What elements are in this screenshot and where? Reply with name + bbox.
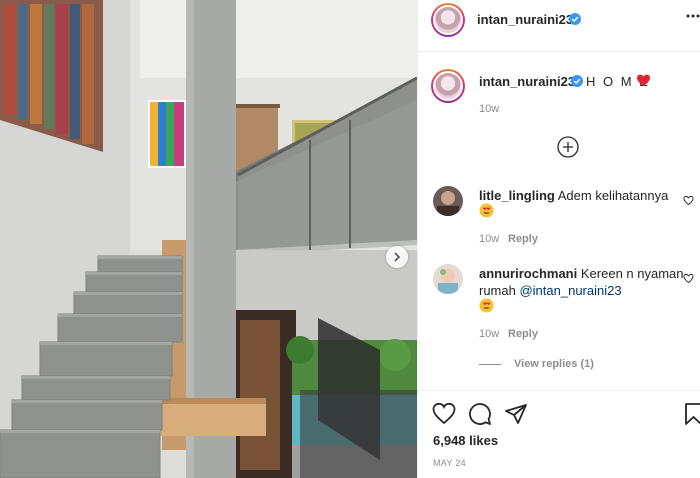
caption-time: 10w [479, 103, 500, 115]
caption-username[interactable]: intan_nuraini23 [479, 74, 575, 89]
comment-body: annurirochmani Kereen n nyaman rumah @in… [479, 265, 694, 299]
share-paper-plane-icon[interactable] [504, 402, 528, 426]
comment-bubble-icon[interactable] [468, 402, 492, 426]
caption-author-avatar[interactable] [431, 69, 465, 103]
heart-eyes-emoji-icon [479, 203, 494, 218]
comment-body: litle_lingling Adem kelihatannya [479, 187, 694, 204]
comment-time: 10w [479, 328, 500, 340]
comment-text: Adem kelihatannya [557, 188, 669, 203]
post-actions-bar: 6,948 likes MAY 24 [418, 390, 700, 478]
plus-circle-icon[interactable] [557, 136, 579, 158]
author-avatar[interactable] [431, 3, 465, 37]
post-header: intan_nuraini23 [418, 0, 700, 52]
like-heart-icon[interactable] [432, 402, 456, 426]
staircase-photo [0, 0, 417, 478]
save-bookmark-icon[interactable] [684, 402, 700, 426]
comment-time: 10w [479, 233, 500, 245]
comment-username[interactable]: litle_lingling [479, 188, 555, 203]
like-comment-heart-icon[interactable] [683, 195, 694, 206]
author-username[interactable]: intan_nuraini23 [477, 12, 573, 27]
post-photo[interactable] [0, 0, 417, 478]
heart-eyes-emoji-icon [479, 298, 494, 313]
view-replies-button[interactable]: View replies (1) [514, 358, 594, 370]
like-comment-heart-icon[interactable] [683, 273, 694, 284]
next-photo-button[interactable] [386, 246, 408, 268]
replies-divider [479, 364, 501, 365]
red-heart-emoji-icon [637, 74, 650, 87]
commenter-avatar[interactable] [433, 186, 463, 216]
chevron-right-icon [394, 252, 401, 262]
post-date[interactable]: MAY 24 [433, 458, 466, 468]
comment-username[interactable]: annurirochmani [479, 266, 577, 281]
post-side-panel: intan_nuraini23 intan_nuraini23 H O M E … [417, 0, 700, 478]
likes-count[interactable]: 6,948 likes [433, 433, 498, 448]
verified-badge-icon [569, 13, 581, 25]
reply-button[interactable]: Reply [508, 233, 538, 245]
comment-mention-link[interactable]: @intan_nuraini23 [519, 283, 621, 298]
reply-button[interactable]: Reply [508, 328, 538, 340]
more-options-icon[interactable] [686, 9, 700, 23]
verified-badge-icon [571, 75, 583, 87]
commenter-avatar[interactable] [433, 264, 463, 294]
